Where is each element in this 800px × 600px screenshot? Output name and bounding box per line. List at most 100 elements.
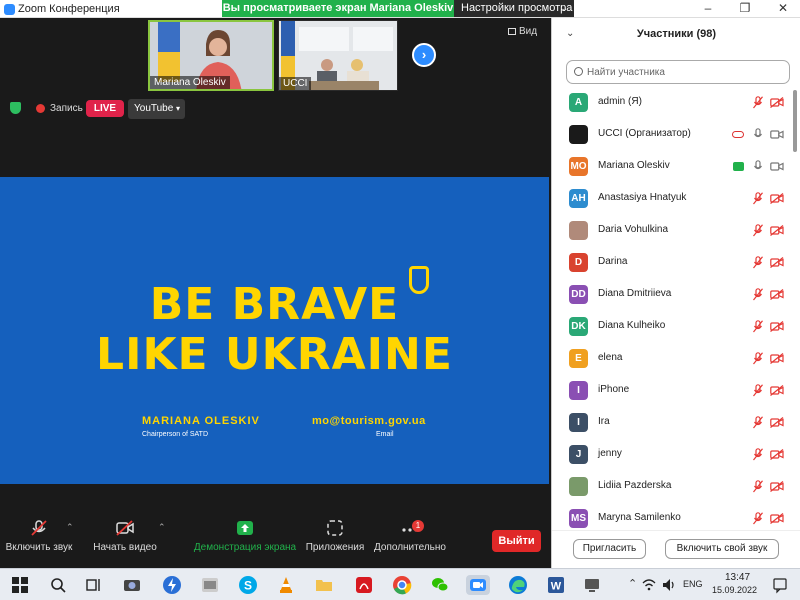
camera-icon[interactable]	[770, 161, 784, 172]
folder-icon[interactable]	[314, 575, 334, 595]
scrollbar[interactable]	[793, 90, 797, 152]
camera-off-icon[interactable]	[770, 97, 784, 108]
mic-muted-icon[interactable]	[753, 480, 763, 493]
participant-row[interactable]: D Darina	[552, 247, 792, 279]
video-options-caret-icon[interactable]: ⌃	[158, 522, 166, 533]
avatar	[569, 477, 588, 496]
task-view-icon[interactable]	[84, 575, 104, 595]
participant-row[interactable]: Aadmin (Я)	[552, 87, 792, 119]
view-button[interactable]: Вид	[508, 26, 537, 37]
video-thumbnail-ucci[interactable]: UCCI	[278, 20, 398, 91]
participant-row[interactable]: I Ira	[552, 407, 792, 439]
camera-off-icon[interactable]	[770, 385, 784, 396]
avatar: MS	[569, 509, 588, 528]
camera-off-icon[interactable]	[770, 481, 784, 492]
more-label: Дополнительно	[374, 542, 446, 553]
youtube-stream-button[interactable]: YouTube ▾	[128, 99, 185, 119]
skype-icon[interactable]: S	[238, 575, 258, 595]
participant-row[interactable]: UCCI (Организатор)	[552, 119, 792, 151]
mic-icon[interactable]	[753, 160, 763, 173]
camera-off-icon[interactable]	[770, 289, 784, 300]
invite-button[interactable]: Пригласить	[573, 539, 646, 559]
audio-options-caret-icon[interactable]: ⌃	[66, 522, 74, 533]
keyboard-language[interactable]: ENG	[683, 579, 703, 589]
participant-search-input[interactable]	[587, 64, 782, 80]
participant-row[interactable]: Daria Vohulkina	[552, 215, 792, 247]
camera-off-icon[interactable]	[770, 257, 784, 268]
mic-muted-icon[interactable]	[753, 416, 763, 429]
restore-icon[interactable]: ❐	[737, 1, 753, 16]
shared-screen-slide: BE BRAVE LIKE UKRAINE MARIANA OLESKIV Ch…	[0, 177, 549, 484]
participant-row[interactable]: MS Maryna Samilenko	[552, 503, 792, 530]
mic-muted-icon[interactable]	[753, 192, 763, 205]
participant-row[interactable]: IiPhone	[552, 375, 792, 407]
next-page-button[interactable]: ›	[412, 43, 436, 67]
camera-icon[interactable]	[770, 129, 784, 140]
mic-muted-icon	[31, 520, 47, 536]
search-icon[interactable]	[48, 575, 68, 595]
files-app-icon[interactable]	[200, 575, 220, 595]
clock-time[interactable]: 13:47	[725, 572, 750, 583]
participant-row[interactable]: Jjenny	[552, 439, 792, 471]
mic-icon[interactable]	[753, 128, 763, 141]
network-icon[interactable]	[642, 575, 656, 595]
camera-off-icon[interactable]	[770, 353, 784, 364]
close-icon[interactable]: ✕	[775, 1, 791, 16]
windows-start-icon[interactable]	[10, 575, 30, 595]
clock-date[interactable]: 15.09.2022	[712, 585, 757, 595]
notifications-icon[interactable]	[772, 575, 788, 595]
mic-muted-icon[interactable]	[753, 256, 763, 269]
acrobat-icon[interactable]	[354, 575, 374, 595]
minimize-icon[interactable]: –	[700, 1, 716, 16]
mic-muted-icon[interactable]	[753, 512, 763, 525]
camera-off-icon[interactable]	[770, 225, 784, 236]
participant-name: Darina	[598, 256, 628, 267]
camera-off-icon[interactable]	[770, 321, 784, 332]
avatar: MO	[569, 157, 588, 176]
mic-muted-icon[interactable]	[753, 224, 763, 237]
camera-off-icon[interactable]	[770, 513, 784, 524]
pc-icon[interactable]	[582, 575, 602, 595]
caret-down-icon: ▾	[175, 104, 180, 113]
edge-icon[interactable]	[508, 575, 528, 595]
participant-row[interactable]: MO Mariana Oleskiv	[552, 151, 792, 183]
apps-label: Приложения	[305, 542, 365, 553]
live-badge[interactable]: LIVE	[86, 100, 124, 117]
participant-row[interactable]: DD Diana Dmitriieva	[552, 279, 792, 311]
camera-off-icon[interactable]	[770, 449, 784, 460]
mic-muted-icon[interactable]	[753, 96, 763, 109]
camera-off-icon[interactable]	[770, 417, 784, 428]
mic-muted-icon[interactable]	[753, 352, 763, 365]
volume-icon[interactable]	[662, 575, 676, 595]
share-screen-button[interactable]: Демонстрация экрана	[192, 508, 298, 568]
view-settings-button[interactable]: Настройки просмотра ⌄	[454, 0, 574, 17]
camera-off-icon[interactable]	[770, 193, 784, 204]
participant-row[interactable]: Lidiia Pazderska	[552, 471, 792, 503]
apps-button[interactable]: Приложения	[302, 508, 368, 568]
slide-presenter-role: Chairperson of SATD	[142, 431, 209, 438]
chrome-icon[interactable]	[392, 575, 412, 595]
zoom-app-icon[interactable]	[466, 575, 490, 595]
vlc-icon[interactable]	[276, 575, 296, 595]
bolt-app-icon[interactable]	[162, 575, 182, 595]
participant-row[interactable]: AH Anastasiya Hnatyuk	[552, 183, 792, 215]
unmute-button[interactable]: Включить звук	[4, 508, 74, 568]
more-button[interactable]: 1 Дополнительно	[370, 508, 450, 568]
mic-muted-icon[interactable]	[753, 320, 763, 333]
participant-name: Diana Kulheiko	[598, 320, 666, 331]
mic-muted-icon[interactable]	[753, 384, 763, 397]
video-thumbnail-mariana[interactable]: Mariana Oleskiv	[148, 20, 274, 91]
wechat-icon[interactable]	[430, 575, 450, 595]
mic-muted-icon[interactable]	[753, 288, 763, 301]
start-video-button[interactable]: Начать видео	[88, 508, 162, 568]
unmute-self-button[interactable]: Включить свой звук	[665, 539, 779, 559]
leave-button[interactable]: Выйти	[492, 530, 541, 552]
shield-icon[interactable]	[10, 102, 21, 114]
participant-row[interactable]: DK Diana Kulheiko	[552, 311, 792, 343]
recording-indicator-icon	[732, 131, 744, 138]
tray-overflow-icon[interactable]: ⌃	[628, 577, 637, 590]
mic-muted-icon[interactable]	[753, 448, 763, 461]
participant-row[interactable]: Eelena	[552, 343, 792, 375]
camera-app-icon[interactable]	[122, 575, 142, 595]
word-icon[interactable]: W	[546, 575, 566, 595]
